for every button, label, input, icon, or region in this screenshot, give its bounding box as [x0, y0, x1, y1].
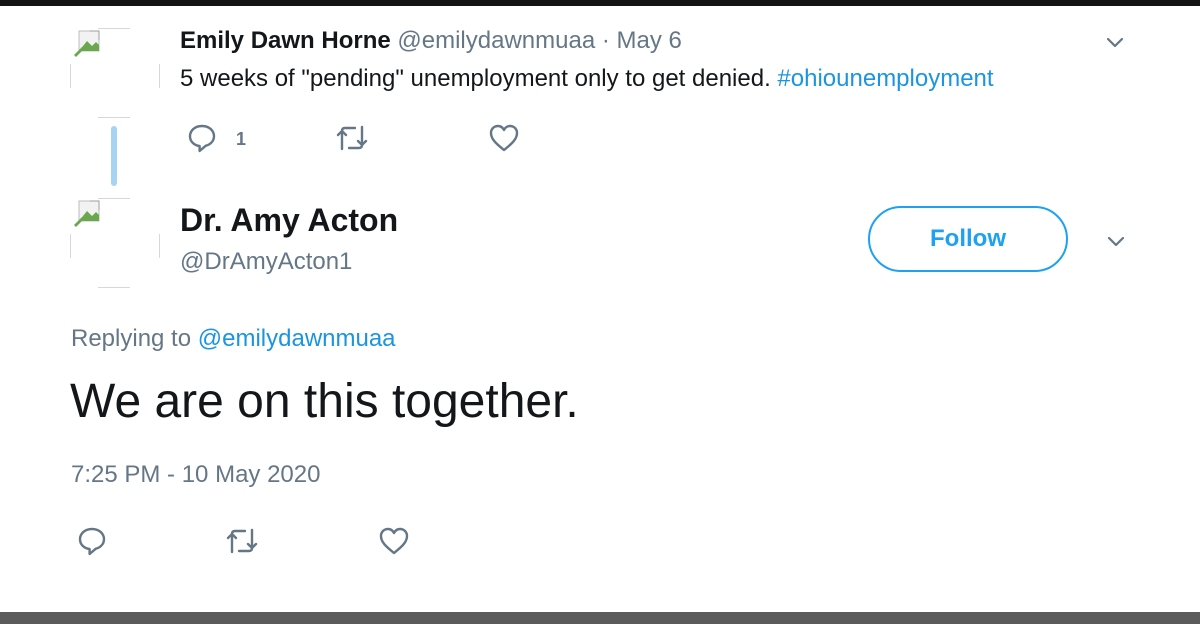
tweet-text: 5 weeks of "pending" unemployment only t… [180, 65, 994, 93]
replying-to-handle-link[interactable]: @emilydawnmuaa [198, 325, 396, 352]
avatar[interactable] [70, 198, 160, 288]
tweet-text: We are on this together. [70, 375, 579, 428]
retweet-icon[interactable] [334, 122, 370, 159]
thread-connector-line [111, 126, 117, 186]
broken-image-icon [74, 200, 100, 227]
author-handle[interactable]: @emilydawnmuaa [397, 27, 595, 54]
top-bar [0, 0, 1200, 6]
chevron-down-icon[interactable] [1107, 236, 1125, 248]
tweet-actions: 1 [186, 122, 526, 156]
reply-count: 1 [236, 129, 247, 149]
tweet-header: Emily Dawn Horne @emilydawnmuaa · May 6 [180, 27, 682, 55]
author-handle[interactable]: @DrAmyActon1 [180, 248, 352, 276]
tweet-actions [76, 525, 416, 559]
like-icon[interactable] [378, 525, 410, 562]
tweet-text-body: 5 weeks of "pending" unemployment only t… [180, 65, 778, 92]
follow-button[interactable]: Follow [868, 206, 1068, 272]
reply-icon[interactable] [186, 122, 218, 159]
hashtag-link[interactable]: #ohiounemployment [777, 65, 993, 92]
tweet-timestamp[interactable]: 7:25 PM - 10 May 2020 [71, 461, 320, 489]
retweet-icon[interactable] [224, 525, 260, 562]
separator-dot: · [601, 27, 610, 54]
like-icon[interactable] [488, 122, 520, 159]
author-name[interactable]: Dr. Amy Acton [180, 202, 398, 239]
tweet-date[interactable]: May 6 [617, 27, 682, 54]
broken-image-icon [74, 30, 100, 57]
chevron-down-icon[interactable] [1106, 37, 1124, 49]
reply-icon[interactable] [76, 525, 108, 562]
avatar[interactable] [70, 28, 160, 118]
replying-to-label: Replying to [71, 325, 198, 352]
bottom-bar [0, 612, 1200, 624]
replying-to: Replying to @emilydawnmuaa [71, 325, 396, 353]
author-name[interactable]: Emily Dawn Horne [180, 27, 391, 54]
